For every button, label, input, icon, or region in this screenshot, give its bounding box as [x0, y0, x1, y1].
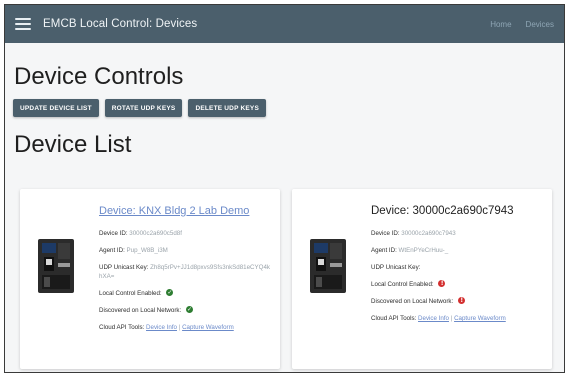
error-circle-icon	[457, 296, 465, 305]
local-control-label: Local Control Enabled:	[371, 281, 434, 288]
app-bar: EMCB Local Control: Devices Home Devices	[5, 5, 564, 43]
discovered-row: Discovered on Local Network:	[99, 305, 271, 315]
device-fields: Device ID: 30000c2a690c5d8f Agent ID: Pu…	[99, 229, 271, 340]
device-title-link[interactable]: Device: KNX Bldg 2 Lab Demo	[99, 205, 249, 217]
nav-home-link[interactable]: Home	[490, 20, 511, 29]
device-info-link[interactable]: Device Info	[146, 324, 177, 331]
app-window: EMCB Local Control: Devices Home Devices…	[4, 4, 565, 373]
udp-key-label: UDP Unicast Key:	[371, 264, 421, 271]
update-device-list-button[interactable]: UPDATE DEVICE LIST	[13, 99, 99, 117]
top-nav: Home Devices	[490, 20, 554, 29]
device-id-row: Device ID: 30000c2a690c7943	[371, 229, 543, 238]
error-circle-icon	[438, 279, 446, 288]
device-card: Device: 30000c2a690c7943 Device ID: 3000…	[292, 189, 552, 369]
discovered-row: Discovered on Local Network:	[371, 296, 543, 306]
delete-udp-keys-button[interactable]: DELETE UDP KEYS	[188, 99, 266, 117]
device-id-label: Device ID:	[371, 230, 400, 237]
cloud-api-row: Cloud API Tools: Device Info | Capture W…	[99, 323, 271, 332]
udp-key-row: UDP Unicast Key:	[371, 263, 543, 272]
agent-id-row: Agent ID: WtEnPYeCrHuu-_	[371, 246, 543, 255]
cloud-api-row: Cloud API Tools: Device Info | Capture W…	[371, 314, 543, 323]
udp-key-label: UDP Unicast Key:	[99, 264, 149, 271]
agent-id-value: Pup_W8B_i3M	[126, 247, 168, 254]
device-id-value: 30000c2a690c5d8f	[129, 230, 182, 237]
check-circle-icon	[185, 305, 193, 314]
main-content: Device Controls UPDATE DEVICE LIST ROTAT…	[5, 63, 564, 159]
agent-id-label: Agent ID:	[99, 247, 125, 254]
device-list-heading: Device List	[14, 131, 132, 158]
link-separator: |	[178, 324, 181, 331]
check-circle-icon	[166, 288, 174, 297]
device-fields: Device ID: 30000c2a690c7943 Agent ID: Wt…	[371, 229, 543, 331]
link-separator: |	[450, 315, 453, 322]
capture-waveform-link[interactable]: Capture Waveform	[182, 324, 234, 331]
discovered-label: Discovered on Local Network:	[371, 298, 454, 305]
cloud-api-label: Cloud API Tools:	[99, 324, 145, 331]
agent-id-label: Agent ID:	[371, 247, 397, 254]
app-title: EMCB Local Control: Devices	[43, 18, 198, 30]
nav-devices-link[interactable]: Devices	[526, 20, 554, 29]
discovered-label: Discovered on Local Network:	[99, 307, 182, 314]
device-id-value: 30000c2a690c7943	[401, 230, 456, 237]
local-control-row: Local Control Enabled:	[99, 288, 271, 298]
cloud-api-label: Cloud API Tools:	[371, 315, 417, 322]
capture-waveform-link[interactable]: Capture Waveform	[454, 315, 506, 322]
agent-id-row: Agent ID: Pup_W8B_i3M	[99, 246, 271, 255]
agent-id-value: WtEnPYeCrHuu-_	[398, 247, 449, 254]
rotate-udp-keys-button[interactable]: ROTATE UDP KEYS	[104, 99, 183, 117]
hamburger-icon[interactable]	[15, 18, 31, 30]
device-controls-heading: Device Controls	[14, 63, 184, 90]
circuit-breaker-image	[310, 239, 346, 293]
device-info-link[interactable]: Device Info	[418, 315, 449, 322]
device-cards: Device: KNX Bldg 2 Lab Demo Device ID: 3…	[20, 189, 552, 369]
udp-key-row: UDP Unicast Key: Zh8q5rPv+JJ1d8pxvs9Sfs3…	[99, 263, 271, 281]
controls-button-row: UPDATE DEVICE LIST ROTATE UDP KEYS DELET…	[13, 99, 556, 117]
local-control-row: Local Control Enabled:	[371, 279, 543, 289]
device-id-row: Device ID: 30000c2a690c5d8f	[99, 229, 271, 238]
circuit-breaker-image	[38, 239, 74, 293]
local-control-label: Local Control Enabled:	[99, 290, 162, 297]
device-id-label: Device ID:	[99, 230, 128, 237]
device-card: Device: KNX Bldg 2 Lab Demo Device ID: 3…	[20, 189, 280, 369]
device-title: Device: 30000c2a690c7943	[371, 205, 514, 217]
